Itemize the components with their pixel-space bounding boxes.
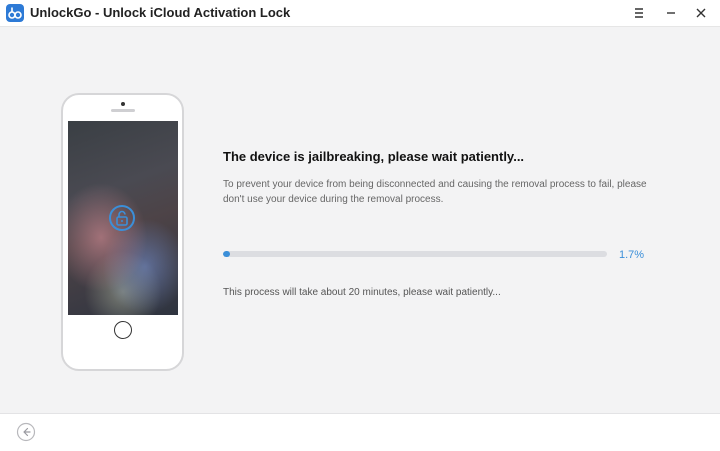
menu-icon [635,8,643,18]
app-window: UnlockGo - Unlock iCloud Activation Lock [0,0,720,451]
close-button[interactable] [690,3,712,23]
window-title: UnlockGo - Unlock iCloud Activation Lock [30,5,291,20]
back-arrow-icon [16,422,36,442]
phone-speaker [111,109,135,112]
duration-note: This process will take about 20 minutes,… [223,287,501,298]
phone-camera [121,102,125,106]
padlock-icon [109,205,135,231]
status-description: To prevent your device from being discon… [223,179,647,205]
progress-fill [223,251,230,257]
progress-percentage: 1.7% [619,249,645,261]
footer-bar [0,413,720,451]
status-headline: The device is jailbreaking, please wait … [223,149,525,164]
unlockgo-logo-icon [6,4,24,22]
close-icon [696,8,706,18]
phone-illustration [61,93,184,371]
progress-bar [223,251,607,257]
phone-home-button [114,321,132,339]
minimize-button[interactable] [660,3,682,23]
phone-screen [68,121,178,315]
minimize-icon [667,12,675,14]
back-button[interactable] [16,422,36,442]
main-panel: The device is jailbreaking, please wait … [0,27,720,413]
title-bar: UnlockGo - Unlock iCloud Activation Lock [0,0,720,27]
menu-button[interactable] [628,3,650,23]
